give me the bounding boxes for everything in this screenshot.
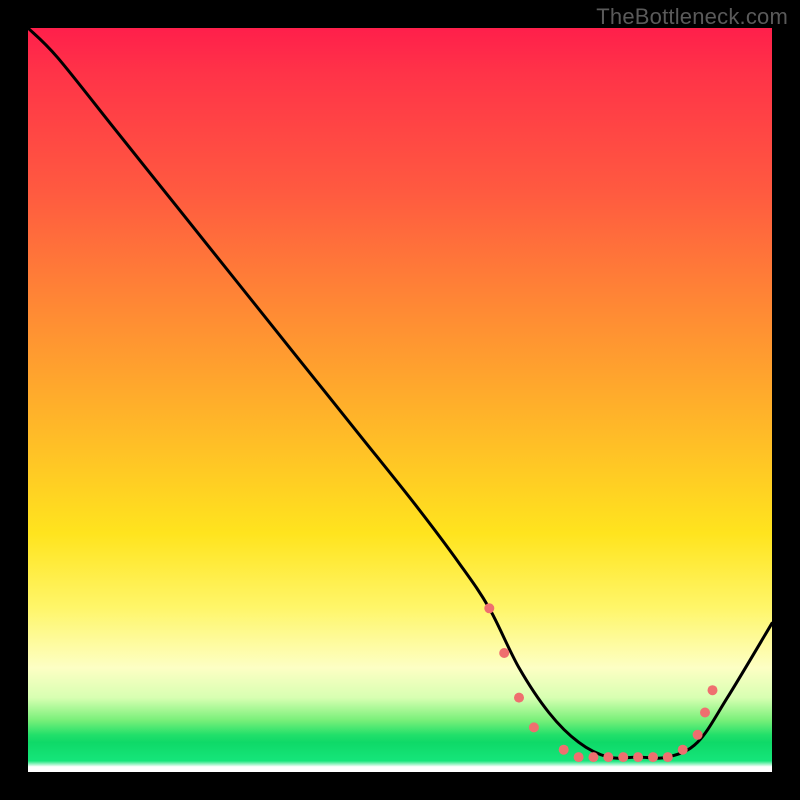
curve-dot xyxy=(693,730,703,740)
curve-dot xyxy=(559,745,569,755)
curve-dot xyxy=(648,752,658,762)
curve-dots xyxy=(484,603,717,762)
curve-dot xyxy=(678,745,688,755)
curve-dot xyxy=(588,752,598,762)
curve-dot xyxy=(529,722,539,732)
curve-dot xyxy=(574,752,584,762)
curve-dot xyxy=(499,648,509,658)
curve-dot xyxy=(708,685,718,695)
bottleneck-curve xyxy=(28,28,772,758)
curve-dot xyxy=(633,752,643,762)
curve-dot xyxy=(514,693,524,703)
curve-dot xyxy=(663,752,673,762)
curve-dot xyxy=(603,752,613,762)
curve-dot xyxy=(484,603,494,613)
watermark-text: TheBottleneck.com xyxy=(596,4,788,30)
curve-svg xyxy=(28,28,772,772)
curve-dot xyxy=(700,708,710,718)
chart-frame: TheBottleneck.com xyxy=(0,0,800,800)
curve-dot xyxy=(618,752,628,762)
plot-area xyxy=(28,28,772,772)
